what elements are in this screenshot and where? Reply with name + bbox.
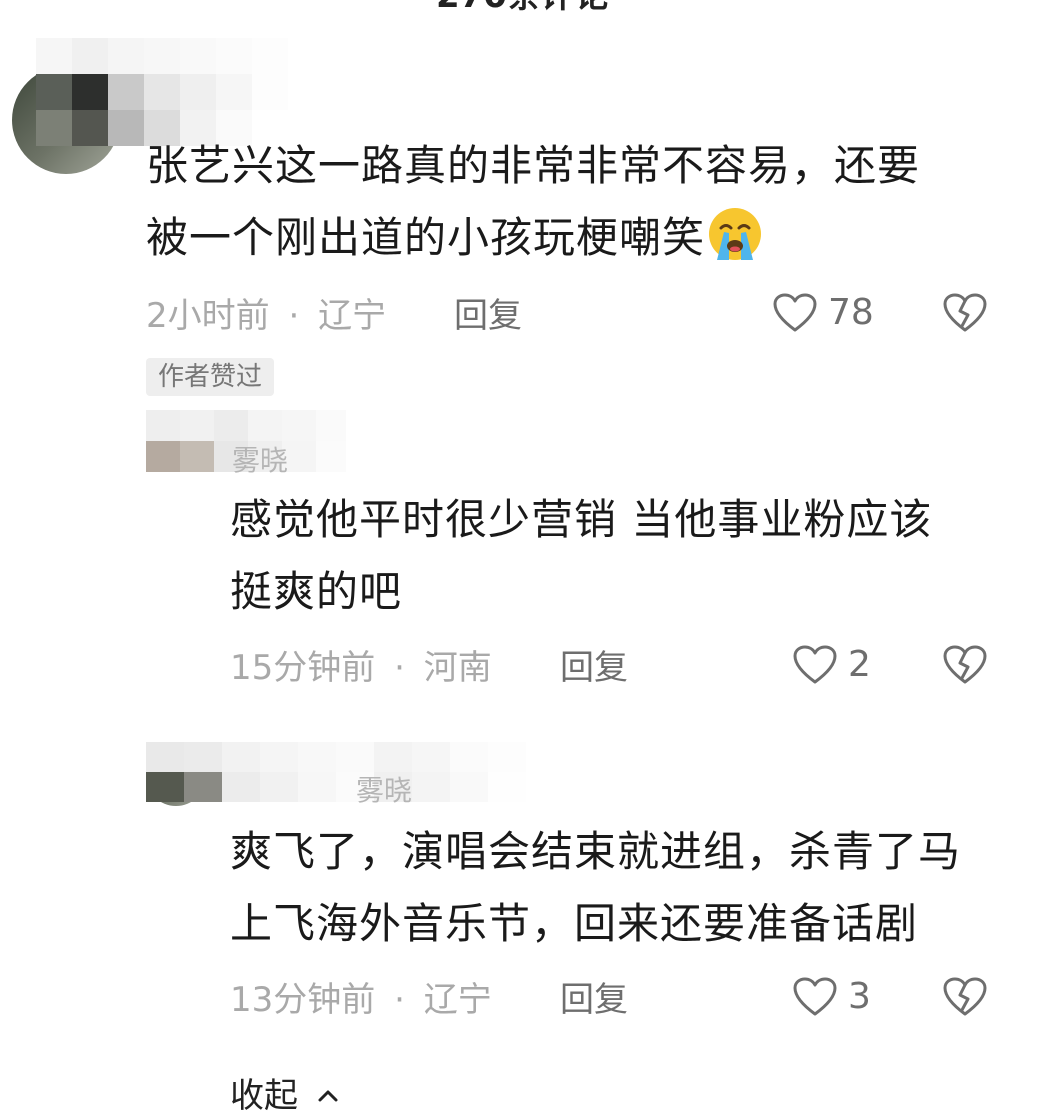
comment-text-line: 挺爽的吧 <box>230 567 403 616</box>
chevron-up-icon <box>318 1090 338 1102</box>
comment-text-line: 感觉他平时很少营销 当他事业粉应该 <box>230 495 933 544</box>
comment-text: 爽飞了，演唱会结束就进组，杀青了马 上飞海外音乐节，回来还要准备话剧 <box>230 816 1020 960</box>
comment-text-line: 张艺兴这一路真的非常非常不容易，还要 <box>146 141 921 190</box>
like-count: 3 <box>848 976 871 1017</box>
comment-meta: 13分钟前 · 辽宁 <box>230 980 492 1020</box>
like-button[interactable]: 2 <box>792 644 871 686</box>
comment-text: 感觉他平时很少营销 当他事业粉应该 挺爽的吧 <box>230 484 1010 628</box>
comment-text-line: 爽飞了，演唱会结束就进组，杀青了马 <box>230 827 962 876</box>
comment-location: 辽宁 <box>423 980 492 1020</box>
collapse-replies-button[interactable]: 收起 <box>230 1076 339 1116</box>
comment-text-line: 上飞海外音乐节，回来还要准备话剧 <box>230 899 919 948</box>
comment-time: 13分钟前 <box>230 980 376 1020</box>
username-mosaic <box>146 742 532 802</box>
collapse-label: 收起 <box>230 1076 298 1116</box>
reply-button[interactable]: 回复 <box>560 980 628 1020</box>
username[interactable]: 雾晓 <box>232 446 288 476</box>
meta-separator: · <box>394 648 405 688</box>
broken-heart-icon[interactable] <box>942 292 988 334</box>
like-button[interactable]: 78 <box>772 292 874 334</box>
comment-location: 辽宁 <box>318 296 387 336</box>
comment-location: 河南 <box>423 648 492 688</box>
like-count: 2 <box>848 644 871 685</box>
loudly-crying-face-emoji <box>709 208 762 260</box>
reply-button[interactable]: 回复 <box>454 296 522 336</box>
meta-separator: · <box>288 296 300 336</box>
heart-outline-icon <box>773 293 817 332</box>
comment-text: 张艺兴这一路真的非常非常不容易，还要 被一个刚出道的小孩玩梗嘲笑 <box>146 130 1006 274</box>
heart-outline-icon <box>793 645 837 684</box>
author-liked-badge: 作者赞过 <box>146 358 275 396</box>
comment-meta: 2小时前 · 辽宁 <box>146 296 386 336</box>
meta-separator: · <box>394 980 405 1020</box>
broken-heart-icon[interactable] <box>942 976 988 1018</box>
heart-outline-icon <box>793 977 837 1016</box>
username[interactable]: 雾晓 <box>356 776 412 806</box>
comment-text-line: 被一个刚出道的小孩玩梗嘲笑 <box>146 213 706 262</box>
broken-heart-icon[interactable] <box>942 644 988 686</box>
comment-meta: 15分钟前 · 河南 <box>230 648 492 688</box>
like-count: 78 <box>828 292 874 333</box>
comment-text-line-2: 被一个刚出道的小孩玩梗嘲笑 <box>146 202 1006 274</box>
comments-count-title: 270条评论 <box>0 0 1045 16</box>
like-button[interactable]: 3 <box>792 976 871 1018</box>
comment-time: 15分钟前 <box>230 648 376 688</box>
reply-button[interactable]: 回复 <box>560 648 628 688</box>
comment-time: 2小时前 <box>146 296 270 336</box>
